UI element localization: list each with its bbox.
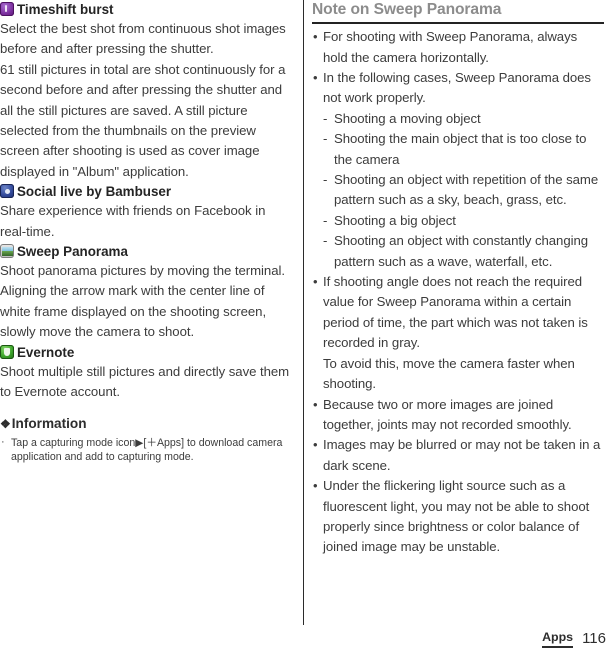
feature-heading: Sweep Panorama bbox=[0, 242, 292, 261]
column-divider bbox=[303, 0, 304, 625]
information-section: ❖ Information · Tap a capturing mode icon▶… bbox=[0, 415, 292, 465]
list-item: • For shooting with Sweep Panorama, alway… bbox=[312, 27, 604, 68]
bullet-icon: • bbox=[313, 396, 318, 412]
list-item-text: For shooting with Sweep Panorama, always… bbox=[323, 29, 578, 65]
sub-list-item: - Shooting a big object bbox=[323, 211, 604, 231]
feature-block-timeshift-burst: Timeshift burst Select the best shot fro… bbox=[0, 0, 292, 182]
sub-list-item: - Shooting an object with constantly chan… bbox=[323, 231, 604, 272]
sub-list-item: - Shooting the main object that is too cl… bbox=[323, 129, 604, 170]
feature-paragraph: Share experience with friends on Faceboo… bbox=[0, 203, 266, 239]
dash-icon: - bbox=[323, 233, 328, 249]
sub-list-item-text: Shooting the main object that is too clo… bbox=[334, 131, 587, 167]
page-title: Note on Sweep Panorama bbox=[312, 1, 502, 18]
bullet-icon: · bbox=[1, 436, 5, 448]
information-list: · Tap a capturing mode icon▶[＋Apps] to do… bbox=[0, 436, 292, 465]
dash-icon: - bbox=[323, 212, 328, 228]
feature-paragraph: Shoot multiple still pictures and direct… bbox=[0, 363, 290, 400]
bullet-icon: • bbox=[313, 478, 318, 494]
list-item: · Tap a capturing mode icon▶[＋Apps] to do… bbox=[0, 436, 292, 465]
feature-block-social-live: Social live by Bambuser Share experience… bbox=[0, 182, 292, 242]
note-list: • For shooting with Sweep Panorama, alway… bbox=[312, 27, 604, 558]
left-column: Timeshift burst Select the best shot fro… bbox=[0, 0, 292, 600]
feature-title: Timeshift burst bbox=[17, 2, 114, 17]
sweep-panorama-icon bbox=[0, 244, 14, 259]
feature-paragraph: Aligning the arrow mark with the center … bbox=[0, 283, 267, 340]
timeshift-burst-icon bbox=[0, 2, 14, 16]
feature-title: Evernote bbox=[17, 344, 75, 360]
feature-title: Social live by Bambuser bbox=[17, 184, 172, 200]
note-sub-list: - Shooting a moving object - Shooting the … bbox=[323, 109, 604, 272]
dash-icon: - bbox=[323, 131, 328, 147]
right-column: Note on Sweep Panorama • For shooting wit… bbox=[312, 0, 604, 600]
feature-block-sweep-panorama: Sweep Panorama Shoot panorama pictures b… bbox=[0, 242, 292, 343]
list-item-text: Tap a capturing mode icon▶[＋Apps] to dow… bbox=[11, 436, 283, 463]
feature-paragraph: Shoot panorama pictures by moving the te… bbox=[0, 263, 285, 279]
bullet-icon: • bbox=[313, 437, 318, 453]
sub-list-item-text: Shooting a moving object bbox=[334, 110, 481, 126]
sub-list-item: - Shooting a moving object bbox=[323, 109, 604, 129]
bullet-icon: • bbox=[313, 70, 318, 85]
list-item-text: In the following cases, Sweep Panorama d… bbox=[323, 70, 591, 106]
dash-icon: - bbox=[323, 172, 328, 188]
list-item: • If shooting angle does not reach the re… bbox=[312, 272, 604, 394]
sub-list-item: - Shooting an object with repetition of t… bbox=[323, 170, 604, 211]
bullet-icon: • bbox=[313, 29, 318, 45]
list-item: • Because two or more images are joined t… bbox=[312, 395, 604, 436]
list-item: • In the following cases, Sweep Panorama … bbox=[312, 68, 604, 272]
information-heading-label: Information bbox=[11, 415, 87, 431]
manual-page: Timeshift burst Select the best shot fro… bbox=[0, 0, 608, 648]
feature-paragraph: 61 still pictures in total are shot cont… bbox=[0, 61, 286, 179]
feature-heading: Evernote bbox=[0, 343, 292, 362]
feature-paragraph: Select the best shot from continuous sho… bbox=[0, 21, 286, 57]
list-item-text: Because two or more images are joined to… bbox=[323, 396, 572, 432]
footer-section-tab: Apps bbox=[542, 630, 574, 648]
diamond-marker-icon: ❖ bbox=[0, 416, 11, 431]
list-item: • Under the flickering light source such … bbox=[312, 476, 604, 558]
feature-heading: Timeshift burst bbox=[0, 0, 292, 19]
sub-list-item-text: Shooting an object with constantly chang… bbox=[334, 233, 589, 269]
feature-block-evernote: Evernote Shoot multiple still pictures a… bbox=[0, 343, 292, 403]
sub-list-item-text: Shooting a big object bbox=[334, 212, 456, 228]
list-item-text: Under the flickering light source such a… bbox=[323, 478, 590, 555]
evernote-icon bbox=[0, 344, 14, 359]
list-item-text: Images may be blurred or may not be take… bbox=[323, 437, 601, 473]
page-footer: Apps 116 bbox=[542, 608, 606, 648]
sub-list-item-text: Shooting an object with repetition of th… bbox=[334, 172, 599, 208]
feature-title: Sweep Panorama bbox=[17, 244, 128, 260]
social-live-by-bambuser-icon bbox=[0, 184, 14, 199]
page-number: 116 bbox=[582, 630, 606, 647]
list-item: • Images may be blurred or may not be tak… bbox=[312, 435, 604, 476]
title-divider bbox=[312, 22, 604, 25]
dash-icon: - bbox=[323, 110, 328, 126]
information-heading: ❖ Information bbox=[0, 415, 292, 433]
list-item-text: If shooting angle does not reach the req… bbox=[323, 274, 588, 392]
feature-heading: Social live by Bambuser bbox=[0, 182, 292, 201]
bullet-icon: • bbox=[313, 274, 318, 290]
